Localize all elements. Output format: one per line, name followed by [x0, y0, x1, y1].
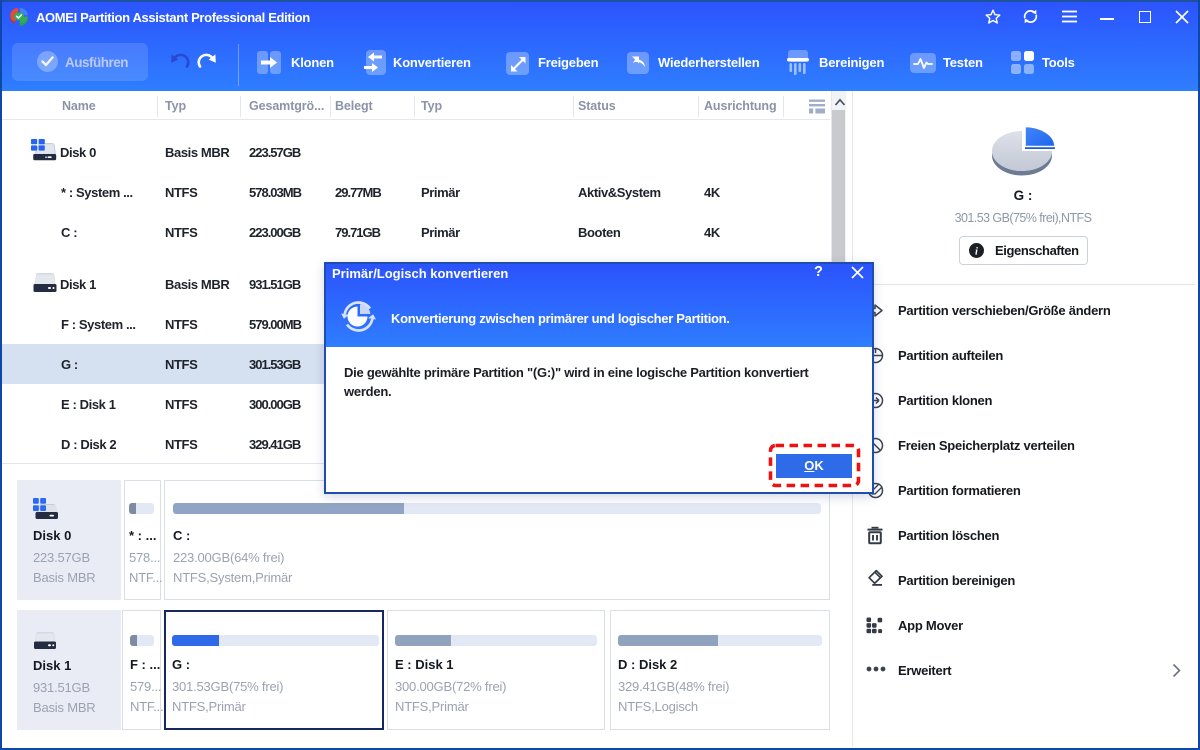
svg-text:i: i: [975, 246, 978, 257]
